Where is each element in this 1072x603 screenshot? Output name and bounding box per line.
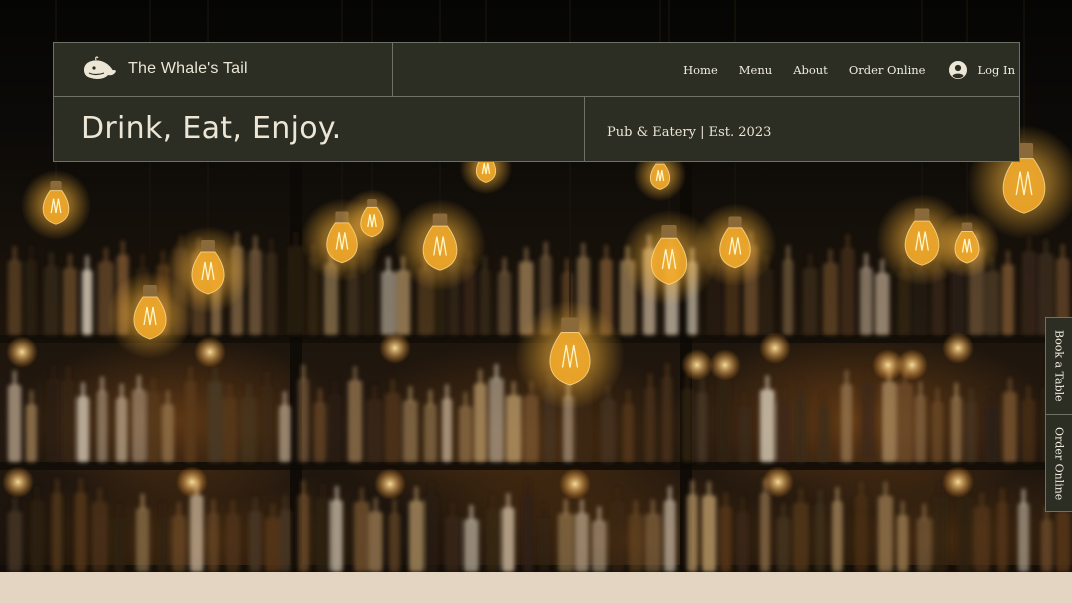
order-online-tab[interactable]: Order Online (1046, 415, 1072, 512)
hero-headline: Drink, Eat, Enjoy. (81, 111, 342, 146)
hero-tagline: Pub & Eatery | Est. 2023 (607, 125, 772, 140)
brand[interactable]: The Whale's Tail (81, 54, 248, 84)
login-label: Log In (977, 62, 1015, 77)
nav-order-online[interactable]: Order Online (849, 63, 926, 77)
user-avatar-icon (949, 60, 968, 79)
main-nav: Home Menu About Order Online Log In (683, 43, 1019, 96)
book-table-tab[interactable]: Book a Table (1046, 318, 1072, 415)
header-divider (392, 43, 393, 96)
login-button[interactable]: Log In (949, 60, 1015, 79)
side-tabs: Book a Table Order Online (1045, 317, 1072, 512)
page-bottom-strip (0, 572, 1072, 603)
order-online-tab-label: Order Online (1052, 426, 1066, 501)
whale-icon (84, 56, 116, 79)
brand-name: The Whale's Tail (128, 60, 248, 77)
book-table-label: Book a Table (1052, 330, 1066, 402)
header-top-row: The Whale's Tail Home Menu About Order O… (54, 43, 1019, 97)
header-divider (584, 96, 585, 162)
nav-about[interactable]: About (793, 63, 828, 77)
nav-home[interactable]: Home (683, 63, 718, 77)
site-header: The Whale's Tail Home Menu About Order O… (53, 42, 1020, 162)
nav-menu[interactable]: Menu (739, 63, 772, 77)
